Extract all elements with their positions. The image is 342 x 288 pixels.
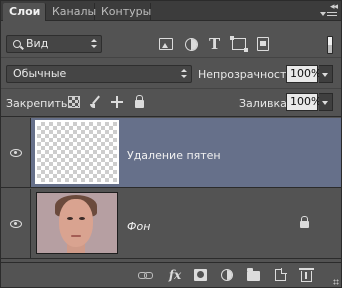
tab-channels[interactable]: Каналы — [46, 3, 96, 21]
lock-row: Закрепить: Заливка: 100% — [1, 90, 341, 117]
lock-transparency-icon[interactable] — [68, 96, 80, 108]
resize-grip-icon[interactable] — [333, 279, 339, 285]
updown-arrows-icon — [91, 39, 97, 49]
layer-thumbnail-transparent[interactable] — [35, 120, 119, 184]
blend-row: Обычные Непрозрачность: 100% — [1, 59, 341, 89]
shape-filter-icon[interactable] — [230, 36, 248, 52]
tab-paths[interactable]: Контуры — [95, 3, 151, 21]
layer-thumbnail-portrait[interactable] — [36, 192, 118, 254]
adjustment-layer-icon[interactable] — [221, 269, 233, 281]
eye-icon — [10, 220, 22, 228]
eye-icon — [10, 149, 22, 157]
image-filter-icon[interactable] — [159, 38, 173, 50]
panel-menu-icon[interactable] — [320, 12, 337, 20]
filter-row: Вид T — [1, 22, 341, 58]
smart-object-filter-icon[interactable] — [257, 37, 269, 51]
filter-kind-select[interactable]: Вид — [6, 35, 102, 53]
opacity-dropdown-button[interactable] — [319, 65, 333, 83]
layers-panel: Слои Каналы Контуры ◂◂ Вид T Обычные Неп… — [0, 0, 342, 288]
portrait-mouth — [71, 235, 81, 237]
layer-lock-icon — [300, 216, 309, 228]
layer-mask-icon[interactable] — [194, 269, 207, 281]
new-layer-icon[interactable] — [275, 268, 287, 281]
fill-dropdown-button[interactable] — [319, 93, 333, 111]
lock-position-move-icon[interactable] — [111, 96, 123, 108]
tab-layers[interactable]: Слои — [3, 3, 46, 21]
type-filter-icon[interactable]: T — [209, 35, 223, 53]
layer-name[interactable]: Удаление пятен — [127, 149, 221, 162]
opacity-input[interactable]: 100% — [286, 65, 321, 83]
layer-row-spot-removal[interactable]: Удаление пятен — [1, 118, 341, 188]
adjustment-filter-icon[interactable] — [185, 38, 198, 51]
fill-label: Заливка: — [239, 97, 291, 110]
group-folder-icon[interactable] — [247, 268, 260, 281]
lock-all-icon[interactable] — [135, 95, 144, 108]
layer-name[interactable]: Фон — [127, 220, 150, 233]
portrait-eye — [79, 217, 85, 220]
blend-mode-label: Обычные — [13, 67, 67, 80]
lock-label: Закрепить: — [6, 97, 72, 110]
filter-kind-label: Вид — [26, 37, 49, 50]
portrait-face — [59, 199, 93, 247]
layer-row-background[interactable]: Фон — [1, 189, 341, 259]
search-icon — [13, 40, 21, 48]
fx-icon[interactable]: fx — [166, 269, 184, 281]
visibility-toggle[interactable] — [1, 189, 31, 258]
bottom-toolbar: fx — [1, 262, 341, 287]
layers-list: Удаление пятен Фон — [1, 118, 341, 260]
tab-bar: Слои Каналы Контуры ◂◂ — [1, 1, 341, 21]
lock-pixels-brush-icon[interactable] — [90, 96, 102, 108]
filter-toggle-switch[interactable] — [327, 36, 333, 54]
trash-icon[interactable] — [299, 268, 314, 282]
link-layers-icon[interactable] — [138, 269, 153, 281]
portrait-eye — [67, 217, 73, 220]
blend-mode-select[interactable]: Обычные — [6, 65, 192, 83]
updown-arrows-icon — [181, 69, 187, 79]
fill-input[interactable]: 100% — [286, 93, 321, 111]
opacity-label: Непрозрачность: — [198, 68, 297, 81]
collapse-panel-icon[interactable]: ◂◂ — [330, 2, 338, 12]
visibility-toggle[interactable] — [1, 118, 31, 187]
